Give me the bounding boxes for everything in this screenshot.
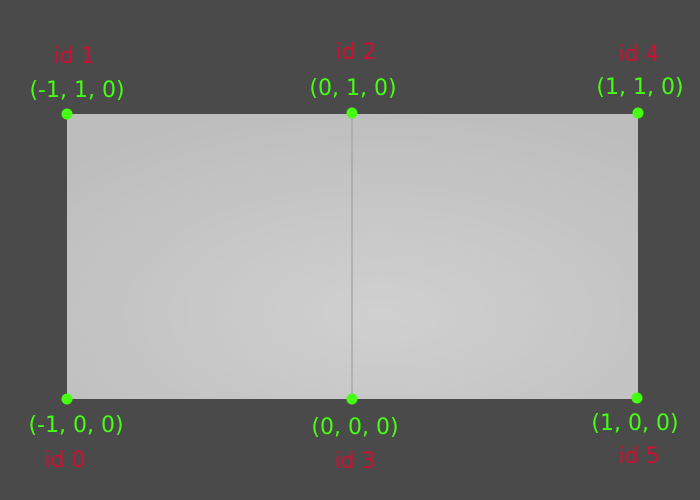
vertex-id-label-1: id 1 [53, 44, 94, 69]
vertex-dot-3 [346, 393, 358, 405]
vertex-coord-label-5: (1, 0, 0) [591, 411, 678, 436]
vertex-id-label-5: id 5 [618, 444, 659, 469]
vertex-coord-label-1: (-1, 1, 0) [29, 78, 124, 103]
vertex-id-label-4: id 4 [618, 42, 659, 67]
vertex-coord-label-2: (0, 1, 0) [309, 76, 396, 101]
vertex-coord-label-3: (0, 0, 0) [311, 415, 398, 440]
mesh-diagram: id 1 (-1, 1, 0) id 2 (0, 1, 0) id 4 (1, … [28, 40, 683, 474]
vertex-coord-label-4: (1, 1, 0) [596, 75, 683, 100]
vertex-dot-2 [346, 107, 358, 119]
vertex-id-label-2: id 2 [335, 40, 376, 65]
vertex-dot-5 [631, 392, 643, 404]
vertex-dot-0 [61, 393, 73, 405]
vertex-coord-label-0: (-1, 0, 0) [28, 413, 123, 438]
vertex-id-label-3: id 3 [334, 449, 375, 474]
vertex-id-label-0: id 0 [44, 448, 85, 473]
vertex-dot-4 [632, 107, 644, 119]
vertex-dot-1 [61, 108, 73, 120]
